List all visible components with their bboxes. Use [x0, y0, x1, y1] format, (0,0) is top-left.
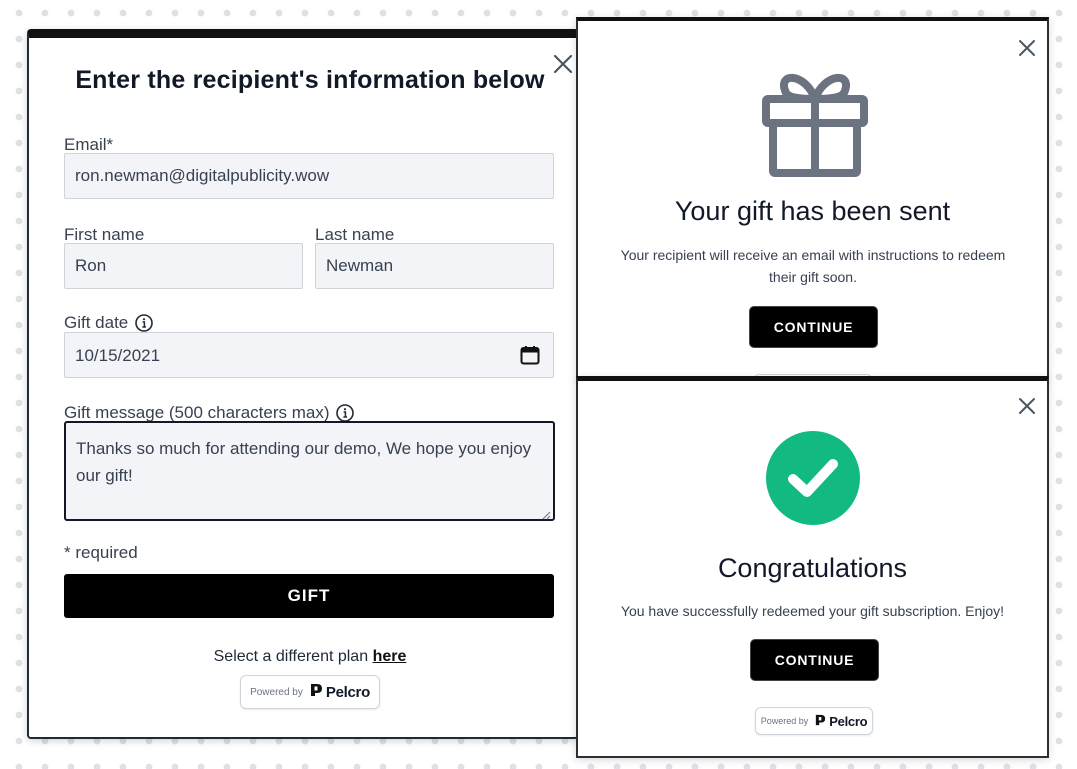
- gift-button[interactable]: GIFT: [64, 574, 554, 618]
- gift-date-value: 10/15/2021: [75, 346, 161, 365]
- first-name-field[interactable]: [64, 243, 303, 289]
- continue-button[interactable]: CONTINUE: [751, 640, 878, 680]
- gift-sent-modal: Your gift has been sent Your recipient w…: [576, 17, 1049, 384]
- gift-date-label: Gift date: [64, 313, 154, 333]
- last-name-label: Last name: [315, 225, 394, 245]
- last-name-label-text: Last name: [315, 225, 395, 244]
- form-title: Enter the recipient's information below: [75, 66, 545, 94]
- brand-name: Pelcro: [325, 683, 370, 701]
- check-circle-icon: [766, 431, 860, 525]
- select-plan-link[interactable]: here: [373, 648, 407, 665]
- info-icon[interactable]: [134, 313, 154, 333]
- powered-by-badge[interactable]: Powered by Pelcro: [755, 707, 873, 735]
- last-name-field[interactable]: [315, 243, 554, 289]
- brand-logo: Pelcro: [815, 713, 868, 729]
- info-icon[interactable]: [335, 403, 355, 423]
- gift-message-label: Gift message (500 characters max): [64, 403, 355, 423]
- pelcro-logo-icon: [815, 714, 826, 729]
- calendar-icon[interactable]: [519, 344, 541, 366]
- select-plan-text: Select a different plan: [213, 648, 369, 665]
- select-plan-line: Select a different plan here: [29, 648, 591, 666]
- pelcro-logo-icon: [310, 683, 323, 701]
- first-name-label-text: First name: [64, 225, 145, 244]
- gift-sent-title: Your gift has been sent: [674, 196, 951, 226]
- recipient-form-modal: Enter the recipient's information below …: [27, 29, 579, 739]
- redeem-success-modal: Congratulations You have successfully re…: [576, 376, 1049, 758]
- email-label: Email*: [64, 135, 113, 155]
- continue-button[interactable]: CONTINUE: [750, 307, 877, 347]
- congratulations-title: Congratulations: [717, 553, 908, 583]
- gift-date-field[interactable]: 10/15/2021: [64, 332, 554, 378]
- brand-name: Pelcro: [829, 713, 868, 729]
- powered-by-badge[interactable]: Powered by Pelcro: [240, 675, 380, 709]
- powered-by-text: Powered by: [250, 686, 303, 698]
- brand-logo: Pelcro: [310, 683, 370, 701]
- gift-message-label-text: Gift message (500 characters max): [64, 403, 330, 422]
- resize-grip-icon[interactable]: [541, 507, 551, 520]
- close-icon[interactable]: [1016, 37, 1038, 59]
- email-label-text: Email*: [64, 135, 114, 154]
- gift-date-label-text: Gift date: [64, 313, 129, 332]
- required-note: * required: [64, 543, 138, 562]
- powered-by-text: Powered by: [760, 716, 809, 726]
- first-name-label: First name: [64, 225, 144, 245]
- gift-message-field[interactable]: Thanks so much for attending our demo, W…: [64, 421, 555, 521]
- email-field[interactable]: [64, 153, 554, 199]
- gift-icon: [756, 63, 874, 181]
- gift-sent-description: Your recipient will receive an email wit…: [620, 247, 1006, 285]
- redeem-description: You have successfully redeemed your gift…: [620, 603, 1005, 619]
- close-icon[interactable]: [1016, 395, 1038, 417]
